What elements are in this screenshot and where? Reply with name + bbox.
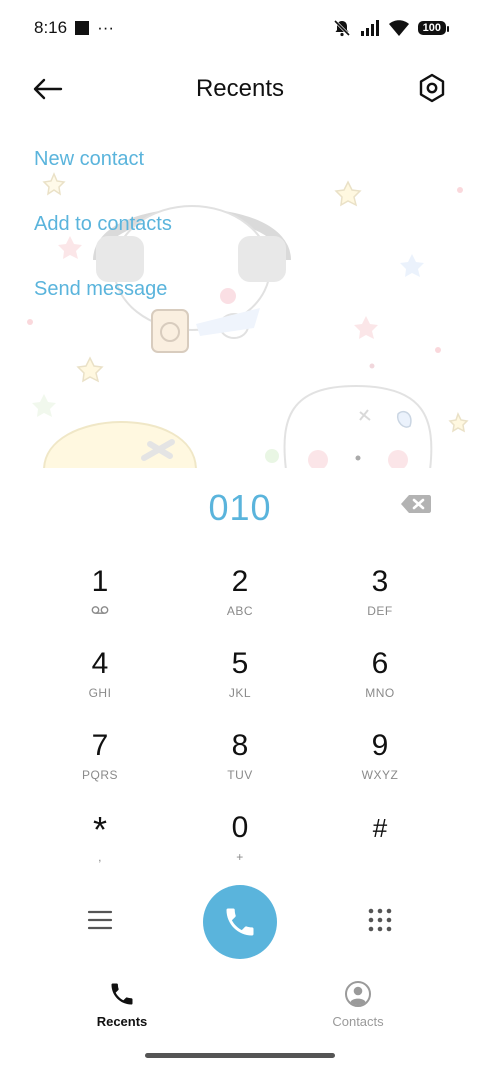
page-title: Recents bbox=[195, 75, 285, 102]
wifi-icon bbox=[388, 20, 409, 36]
key-8[interactable]: 8 TUV bbox=[170, 720, 310, 802]
tab-label: Contacts bbox=[332, 1014, 384, 1029]
key-9[interactable]: 9 WXYZ bbox=[310, 720, 450, 802]
more-notifications-icon: ··· bbox=[97, 18, 115, 37]
key-letters: , bbox=[98, 850, 102, 864]
key-letters: ABC bbox=[226, 604, 254, 618]
key-digit: 8 bbox=[231, 729, 249, 762]
key-letters: MNO bbox=[365, 686, 395, 700]
settings-button[interactable] bbox=[414, 70, 450, 106]
key-digit: 1 bbox=[91, 565, 109, 598]
backspace-button[interactable] bbox=[400, 492, 432, 516]
status-right: 100 bbox=[332, 18, 450, 38]
home-indicator[interactable] bbox=[145, 1053, 335, 1058]
key-1[interactable]: 1 bbox=[30, 556, 170, 638]
backspace-icon bbox=[401, 495, 431, 513]
key-digit: 6 bbox=[371, 647, 389, 680]
send-message-link[interactable]: Send message bbox=[34, 278, 167, 301]
voicemail-icon bbox=[91, 606, 109, 614]
tab-contacts[interactable]: Contacts bbox=[298, 980, 418, 1036]
key-3[interactable]: 3 DEF bbox=[310, 556, 450, 638]
status-left: 8:16 ··· bbox=[34, 18, 114, 38]
key-star[interactable]: * , bbox=[30, 802, 170, 884]
call-button[interactable] bbox=[203, 885, 277, 959]
dialed-number[interactable]: 010 bbox=[208, 487, 271, 529]
header: Recents bbox=[0, 60, 480, 118]
settings-hexagon-icon bbox=[419, 73, 445, 103]
status-bar: 8:16 ··· 100 bbox=[0, 0, 480, 56]
key-7[interactable]: 7 PQRS bbox=[30, 720, 170, 802]
add-to-contacts-link[interactable]: Add to contacts bbox=[34, 213, 172, 236]
phone-icon bbox=[226, 908, 254, 936]
key-digit: * bbox=[92, 809, 107, 850]
key-digit: 5 bbox=[231, 647, 249, 680]
arrow-left-icon bbox=[33, 78, 63, 100]
key-digit: # bbox=[372, 813, 388, 843]
key-digit: 0 bbox=[231, 811, 249, 844]
key-0[interactable]: 0 + bbox=[170, 802, 310, 884]
notification-icon bbox=[75, 21, 90, 35]
key-hash[interactable]: # bbox=[310, 802, 450, 884]
battery-indicator: 100 bbox=[417, 21, 450, 35]
key-letters: TUV bbox=[227, 768, 253, 782]
status-time: 8:16 bbox=[34, 18, 68, 37]
key-4[interactable]: 4 GHI bbox=[30, 638, 170, 720]
key-letters: + bbox=[236, 850, 244, 864]
quick-actions-area: New contact Add to contacts Send message bbox=[0, 118, 480, 468]
key-6[interactable]: 6 MNO bbox=[310, 638, 450, 720]
key-2[interactable]: 2 ABC bbox=[170, 556, 310, 638]
phone-icon bbox=[111, 983, 133, 1005]
key-letters: PQRS bbox=[81, 768, 118, 782]
key-digit: 2 bbox=[231, 565, 249, 598]
key-digit: 4 bbox=[91, 647, 109, 680]
dial-display: 010 bbox=[0, 468, 480, 548]
signal-icon bbox=[360, 20, 379, 36]
dialpad-toggle-button[interactable] bbox=[362, 902, 398, 938]
key-digit: 9 bbox=[371, 729, 389, 762]
key-letters: WXYZ bbox=[361, 768, 399, 782]
key-letters: JKL bbox=[228, 686, 252, 700]
tab-recents[interactable]: Recents bbox=[62, 980, 182, 1036]
new-contact-link[interactable]: New contact bbox=[34, 148, 144, 171]
silent-mode-icon bbox=[333, 19, 350, 37]
menu-button[interactable] bbox=[82, 902, 118, 938]
key-letters bbox=[91, 604, 109, 618]
key-digit: 7 bbox=[91, 729, 109, 762]
key-5[interactable]: 5 JKL bbox=[170, 638, 310, 720]
tab-label: Recents bbox=[96, 1014, 148, 1029]
key-digit: 3 bbox=[371, 565, 389, 598]
key-letters: DEF bbox=[367, 604, 393, 618]
dialpad-grid-icon bbox=[368, 908, 392, 932]
back-button[interactable] bbox=[30, 72, 66, 106]
key-letters: GHI bbox=[88, 686, 112, 700]
hamburger-menu-icon bbox=[87, 910, 113, 930]
dialer-action-row bbox=[0, 880, 480, 960]
contact-avatar-icon bbox=[345, 981, 371, 1007]
dial-keypad: 1 2 ABC 3 DEF 4 GHI 5 JKL 6 MNO 7 PQRS 8… bbox=[30, 556, 450, 884]
